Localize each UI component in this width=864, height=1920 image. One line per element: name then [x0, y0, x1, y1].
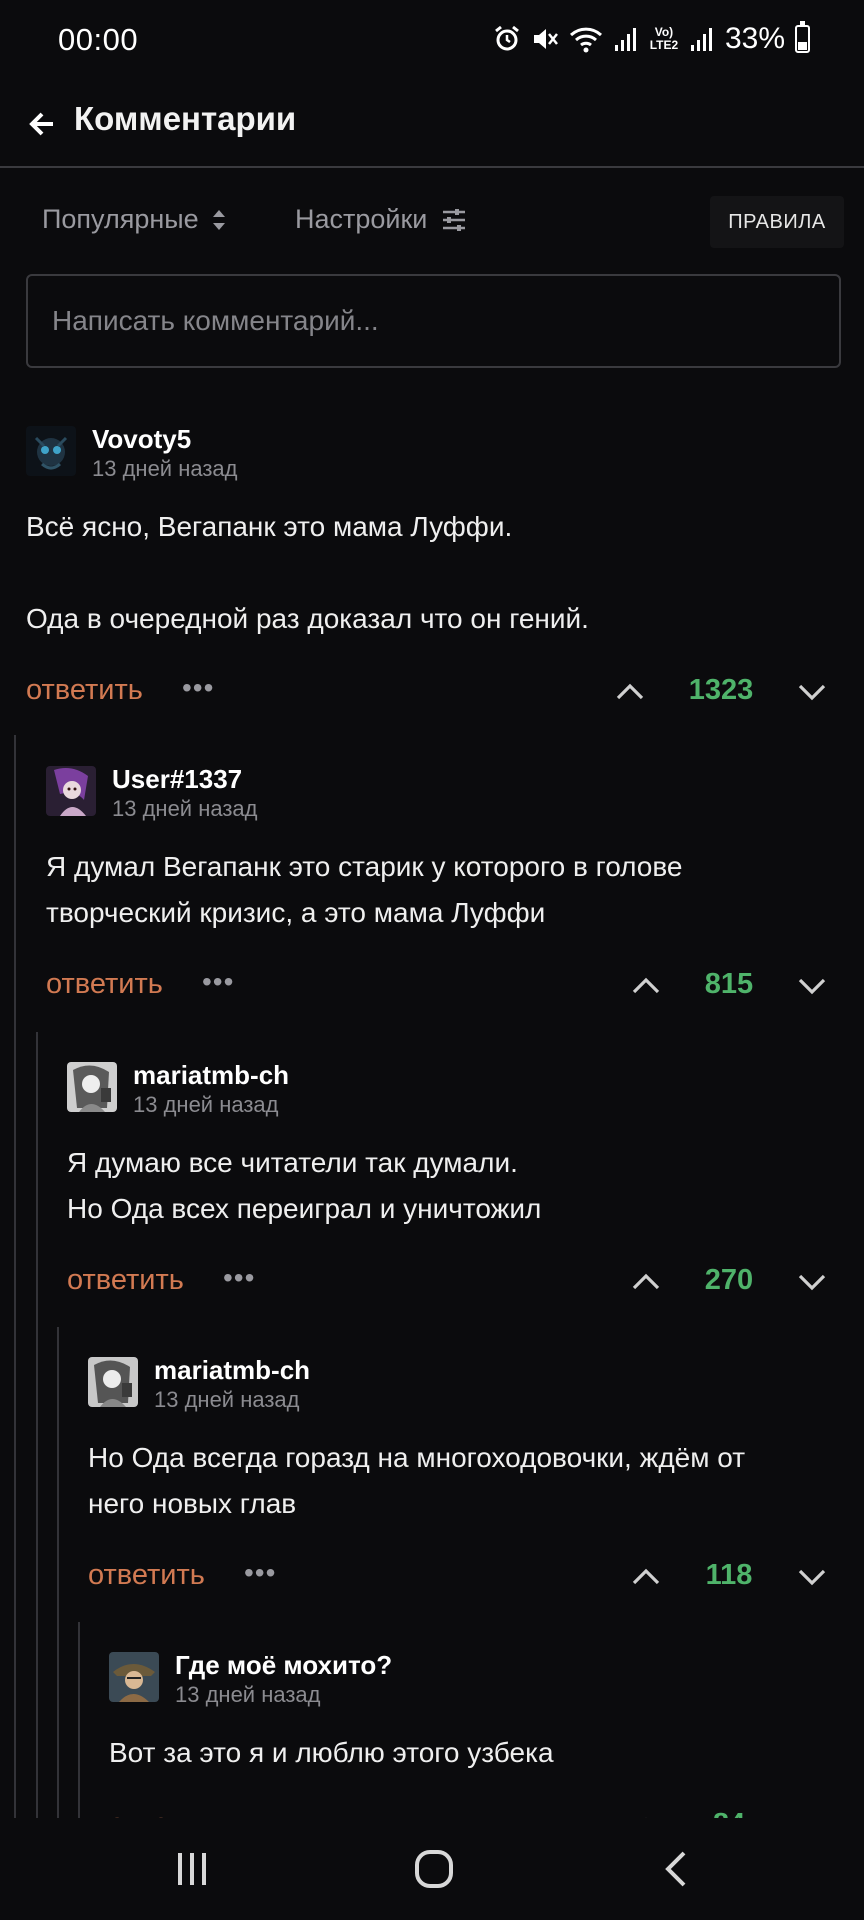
- comment-text-line: него новых глав: [88, 1488, 297, 1519]
- comment-text-line: творческий кризис, а это мама Луффи: [46, 897, 546, 928]
- comment-score: 815: [704, 968, 754, 1000]
- comment-score: 270: [704, 1264, 754, 1296]
- comment-body: Всё ясно, Вегапанк это мама Луффи. Ода в…: [26, 504, 836, 642]
- status-icons: Vo) LTE2 33%: [493, 21, 810, 56]
- sort-button[interactable]: Популярные: [42, 204, 227, 235]
- page-title: Комментарии: [74, 100, 297, 137]
- arrow-left-icon[interactable]: [24, 106, 60, 142]
- battery-icon: [795, 21, 810, 53]
- avatar[interactable]: [26, 426, 76, 476]
- comment-text-line: Я думаю все читатели так думали.: [67, 1147, 518, 1178]
- more-options-icon[interactable]: •••: [244, 1557, 276, 1589]
- more-options-icon[interactable]: •••: [223, 1262, 255, 1294]
- comment-author[interactable]: mariatmb-ch: [154, 1355, 310, 1386]
- thread-line: [36, 1032, 38, 1818]
- status-bar: 00:00 Vo) LTE2 33%: [0, 0, 864, 84]
- system-nav-bar: [0, 1818, 864, 1920]
- reply-button[interactable]: ответить: [26, 674, 143, 707]
- comment-date: 13 дней назад: [154, 1387, 300, 1412]
- reply-button[interactable]: ответить: [88, 1559, 205, 1592]
- thread-line: [57, 1327, 59, 1818]
- comment-date: 13 дней назад: [112, 796, 258, 821]
- comment-text-line: Но Ода всегда горазд на многоходовочки, …: [88, 1442, 746, 1473]
- avatar[interactable]: [67, 1062, 117, 1112]
- upvote-icon[interactable]: [614, 676, 646, 708]
- comments-toolbar: Популярные Настройки ПРАВИЛА: [0, 196, 864, 248]
- comment-text-line: Я думал Вегапанк это старик у которого в…: [46, 851, 683, 882]
- comment-author[interactable]: Где моё мохито?: [175, 1650, 392, 1681]
- comment-author[interactable]: mariatmb-ch: [133, 1060, 289, 1091]
- more-options-icon[interactable]: •••: [202, 966, 234, 998]
- comment-text-line: Ода в очередной раз доказал что он гений…: [26, 603, 589, 634]
- app-header: Комментарии: [0, 84, 864, 168]
- lte-label: Vo) LTE2: [649, 25, 679, 52]
- settings-button[interactable]: Настройки: [295, 204, 467, 235]
- reply-button[interactable]: ответить: [67, 1264, 184, 1297]
- reply-button[interactable]: ответить: [46, 968, 163, 1001]
- signal-icon: [614, 28, 636, 51]
- avatar[interactable]: [109, 1652, 159, 1702]
- upvote-icon[interactable]: [630, 970, 662, 1002]
- comment: mariatmb-ch 13 дней назад Но Ода всегда …: [88, 1351, 836, 1605]
- rules-button[interactable]: ПРАВИЛА: [710, 196, 844, 248]
- avatar[interactable]: [88, 1357, 138, 1407]
- more-options-icon[interactable]: •••: [182, 672, 214, 704]
- write-comment-input[interactable]: [26, 274, 841, 368]
- upvote-icon[interactable]: [630, 1561, 662, 1593]
- mute-icon: [533, 29, 558, 49]
- comment-author[interactable]: User#1337: [112, 764, 242, 795]
- avatar[interactable]: [46, 766, 96, 816]
- comment-date: 13 дней назад: [133, 1092, 279, 1117]
- downvote-icon[interactable]: [796, 676, 828, 708]
- comment-score: 118: [705, 1559, 753, 1591]
- sort-icon: [212, 209, 225, 230]
- home-icon[interactable]: [404, 1844, 464, 1894]
- thread-line: [14, 735, 16, 1818]
- signal-icon: [690, 28, 712, 51]
- comment-text-line: Всё ясно, Вегапанк это мама Луффи.: [26, 511, 513, 542]
- thread-line: [78, 1622, 80, 1818]
- status-time: 00:00: [58, 22, 139, 57]
- alarm-icon: [495, 25, 519, 51]
- sliders-icon: [443, 208, 466, 231]
- comment: mariatmb-ch 13 дней назад Я думаю все чи…: [67, 1056, 836, 1310]
- comment-body: Я думал Вегапанк это старик у которого в…: [46, 844, 836, 936]
- comment: User#1337 13 дней назад Я думал Вегапанк…: [46, 760, 836, 1014]
- comment-body: Вот за это я и люблю этого узбека: [109, 1730, 836, 1776]
- sort-label: Популярные: [42, 204, 199, 234]
- comment-date: 13 дней назад: [92, 456, 238, 481]
- downvote-icon[interactable]: [796, 1561, 828, 1593]
- recents-icon[interactable]: [162, 1844, 222, 1894]
- upvote-icon[interactable]: [630, 1266, 662, 1298]
- comment-score: 1323: [688, 674, 754, 706]
- comment-text-line: Но Ода всех переиграл и уничтожил: [67, 1193, 542, 1224]
- wifi-icon: [569, 27, 602, 53]
- downvote-icon[interactable]: [796, 970, 828, 1002]
- downvote-icon[interactable]: [796, 1266, 828, 1298]
- comment: Vovoty5 13 дней назад Всё ясно, Вегапанк…: [26, 420, 836, 720]
- settings-label: Настройки: [295, 204, 428, 234]
- comment-author[interactable]: Vovoty5: [92, 424, 191, 455]
- comment-body: Но Ода всегда горазд на многоходовочки, …: [88, 1435, 836, 1527]
- comment-date: 13 дней назад: [175, 1682, 321, 1707]
- comment-body: Я думаю все читатели так думали. Но Ода …: [67, 1140, 836, 1232]
- back-icon[interactable]: [646, 1844, 706, 1894]
- battery-percent: 33%: [724, 22, 785, 55]
- comment-text-line: Вот за это я и люблю этого узбека: [109, 1737, 554, 1768]
